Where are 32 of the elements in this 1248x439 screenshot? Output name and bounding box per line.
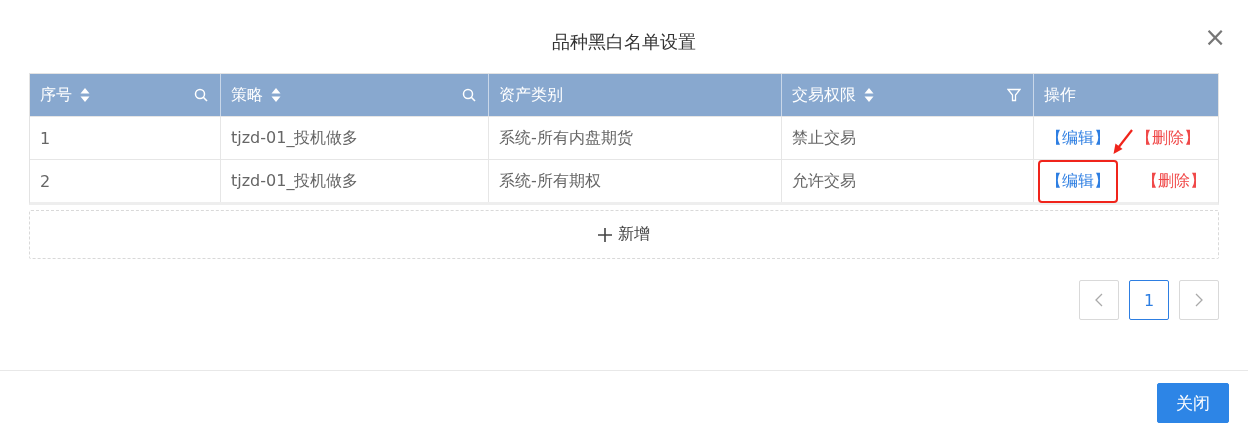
close-button[interactable]: 关闭: [1157, 383, 1229, 423]
table-cell: 系统-所有期权: [488, 160, 781, 202]
filter-icon[interactable]: [1007, 88, 1021, 102]
delete-link[interactable]: 【删除】: [1136, 125, 1200, 151]
sort-icon[interactable]: [864, 87, 874, 103]
plus-icon: [598, 227, 612, 242]
delete-link[interactable]: 【删除】: [1142, 168, 1206, 194]
chevron-right-icon: [1195, 293, 1203, 307]
table-cell: 系统-所有内盘期货: [488, 117, 781, 159]
table-cell: tjzd-01_投机做多: [220, 117, 488, 159]
column-header[interactable]: 交易权限: [781, 74, 1033, 116]
add-button[interactable]: 新增: [29, 210, 1219, 259]
column-header[interactable]: 操作: [1033, 74, 1219, 116]
table-cell: 允许交易: [781, 160, 1033, 202]
column-header[interactable]: 策略: [220, 74, 488, 116]
table-cell-text: 2: [39, 170, 52, 193]
sort-icon[interactable]: [271, 87, 281, 103]
previous-page-button[interactable]: [1079, 280, 1119, 320]
chevron-left-icon: [1095, 293, 1103, 307]
dialog-title: 品种黑白名单设置: [552, 29, 696, 54]
next-page-button[interactable]: [1179, 280, 1219, 320]
search-icon[interactable]: [462, 88, 476, 102]
table-cell-text: 1: [39, 127, 52, 150]
edit-link[interactable]: 【编辑】: [1046, 125, 1110, 151]
sort-icon[interactable]: [80, 87, 90, 103]
table-cell: tjzd-01_投机做多: [220, 160, 488, 202]
page-button[interactable]: 1: [1129, 280, 1169, 320]
search-icon[interactable]: [194, 88, 208, 102]
column-header[interactable]: 资产类别: [488, 74, 781, 116]
table-cell: 禁止交易: [781, 117, 1033, 159]
edit-link[interactable]: 【编辑】: [1040, 161, 1116, 201]
column-header[interactable]: 序号: [30, 74, 220, 116]
